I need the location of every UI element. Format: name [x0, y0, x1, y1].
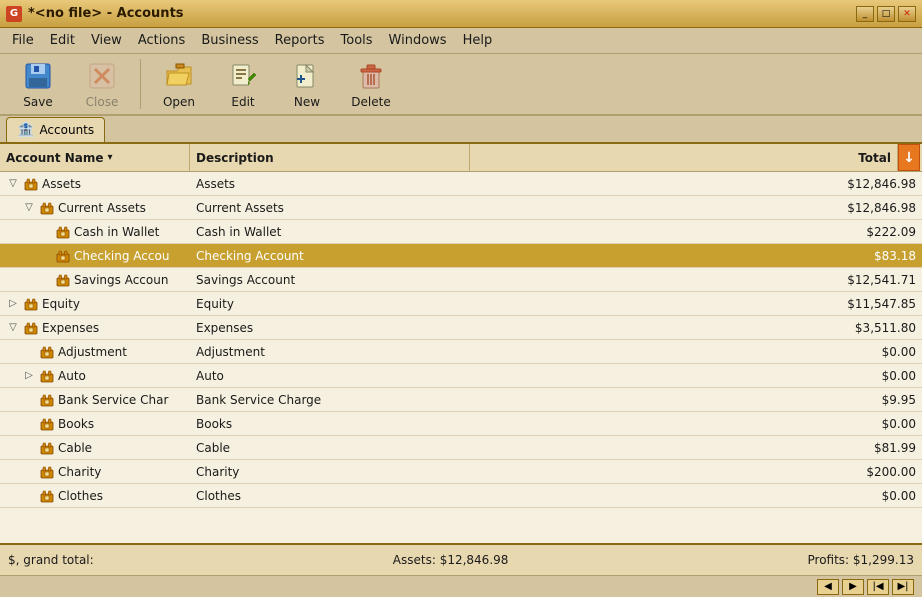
- account-icon: [56, 273, 70, 287]
- table-row[interactable]: BooksBooks$0.00: [0, 412, 922, 436]
- pagination: ◀ ▶ |◀ ▶|: [0, 575, 922, 597]
- menu-edit[interactable]: Edit: [42, 30, 83, 51]
- main-content: Account Name ▾ Description Total ↓ ▽Asse…: [0, 144, 922, 543]
- close-label: Close: [86, 95, 119, 109]
- table-row[interactable]: ClothesClothes$0.00: [0, 484, 922, 508]
- titlebar-left: G *<no file> - Accounts: [6, 6, 184, 22]
- menu-reports[interactable]: Reports: [267, 30, 333, 51]
- account-icon: [40, 417, 54, 431]
- close-button-toolbar: Close: [72, 57, 132, 111]
- toolbar-separator-1: [140, 59, 141, 109]
- tab-accounts[interactable]: 🏦 Accounts: [6, 117, 105, 142]
- table-row[interactable]: ▽Current AssetsCurrent Assets$12,846.98: [0, 196, 922, 220]
- edit-label: Edit: [231, 95, 254, 109]
- table-row[interactable]: Cash in WalletCash in Wallet$222.09: [0, 220, 922, 244]
- row-toggle[interactable]: ▷: [22, 369, 36, 383]
- account-icon: [24, 297, 38, 311]
- window-title: *<no file> - Accounts: [28, 6, 184, 21]
- row-toggle[interactable]: ▽: [6, 177, 20, 191]
- account-icon: [24, 321, 38, 335]
- edit-button[interactable]: Edit: [213, 57, 273, 111]
- new-label: New: [294, 95, 320, 109]
- page-last[interactable]: ▶|: [892, 579, 914, 595]
- open-label: Open: [163, 95, 195, 109]
- page-next[interactable]: ▶: [842, 579, 864, 595]
- row-toggle[interactable]: ▷: [6, 297, 20, 311]
- menubar: File Edit View Actions Business Reports …: [0, 28, 922, 54]
- menu-business[interactable]: Business: [193, 30, 266, 51]
- assets-total: Assets: $12,846.98: [393, 553, 509, 567]
- menu-tools[interactable]: Tools: [333, 30, 381, 51]
- table-row[interactable]: Savings AccounSavings Account$12,541.71: [0, 268, 922, 292]
- tab-accounts-icon: 🏦: [17, 122, 34, 138]
- maximize-button[interactable]: □: [877, 6, 895, 22]
- close-button[interactable]: ✕: [898, 6, 916, 22]
- open-icon: [163, 60, 195, 92]
- page-prev[interactable]: ◀: [817, 579, 839, 595]
- table-row[interactable]: ▷EquityEquity$11,547.85: [0, 292, 922, 316]
- row-toggle[interactable]: ▽: [6, 321, 20, 335]
- column-config-button[interactable]: ↓: [898, 144, 920, 171]
- table-header: Account Name ▾ Description Total ↓: [0, 144, 922, 172]
- grand-total-label: $, grand total:: [8, 553, 94, 567]
- delete-icon: [355, 60, 387, 92]
- account-icon: [40, 489, 54, 503]
- table-row[interactable]: Bank Service CharBank Service Charge$9.9…: [0, 388, 922, 412]
- table-row[interactable]: ▷AutoAuto$0.00: [0, 364, 922, 388]
- th-account-name[interactable]: Account Name ▾: [0, 144, 190, 171]
- delete-button[interactable]: Delete: [341, 57, 401, 111]
- th-description[interactable]: Description: [190, 144, 470, 171]
- table-row[interactable]: Checking AccouChecking Account$83.18: [0, 244, 922, 268]
- edit-icon: [227, 60, 259, 92]
- app-icon: G: [6, 6, 22, 22]
- account-icon: [40, 201, 54, 215]
- save-button[interactable]: Save: [8, 57, 68, 111]
- account-icon: [40, 393, 54, 407]
- th-total: Total: [470, 144, 898, 171]
- menu-view[interactable]: View: [83, 30, 130, 51]
- save-label: Save: [23, 95, 52, 109]
- account-icon: [40, 465, 54, 479]
- menu-windows[interactable]: Windows: [381, 30, 455, 51]
- account-icon: [56, 249, 70, 263]
- save-icon: [22, 60, 54, 92]
- row-toggle[interactable]: ▽: [22, 201, 36, 215]
- account-icon: [40, 345, 54, 359]
- tabbar: 🏦 Accounts: [0, 116, 922, 144]
- new-button[interactable]: New: [277, 57, 337, 111]
- table-row[interactable]: CharityCharity$200.00: [0, 460, 922, 484]
- page-first[interactable]: |◀: [867, 579, 889, 595]
- titlebar: G *<no file> - Accounts _ □ ✕: [0, 0, 922, 28]
- new-icon: [291, 60, 323, 92]
- menu-actions[interactable]: Actions: [130, 30, 194, 51]
- table-row[interactable]: CableCable$81.99: [0, 436, 922, 460]
- table-row[interactable]: ▽ExpensesExpenses$3,511.80: [0, 316, 922, 340]
- profits-total: Profits: $1,299.13: [808, 553, 914, 567]
- open-button[interactable]: Open: [149, 57, 209, 111]
- account-icon: [40, 441, 54, 455]
- toolbar: Save Close Open: [0, 54, 922, 116]
- delete-label: Delete: [351, 95, 390, 109]
- titlebar-buttons: _ □ ✕: [856, 6, 916, 22]
- table-row[interactable]: ▽AssetsAssets$12,846.98: [0, 172, 922, 196]
- accounts-table: ▽AssetsAssets$12,846.98▽Current AssetsCu…: [0, 172, 922, 543]
- table-row[interactable]: AdjustmentAdjustment$0.00: [0, 340, 922, 364]
- account-icon: [24, 177, 38, 191]
- statusbar: $, grand total: Assets: $12,846.98 Profi…: [0, 543, 922, 575]
- account-icon: [40, 369, 54, 383]
- minimize-button[interactable]: _: [856, 6, 874, 22]
- menu-file[interactable]: File: [4, 30, 42, 51]
- menu-help[interactable]: Help: [455, 30, 501, 51]
- close-icon: [86, 60, 118, 92]
- account-icon: [56, 225, 70, 239]
- tab-accounts-label: Accounts: [39, 123, 94, 137]
